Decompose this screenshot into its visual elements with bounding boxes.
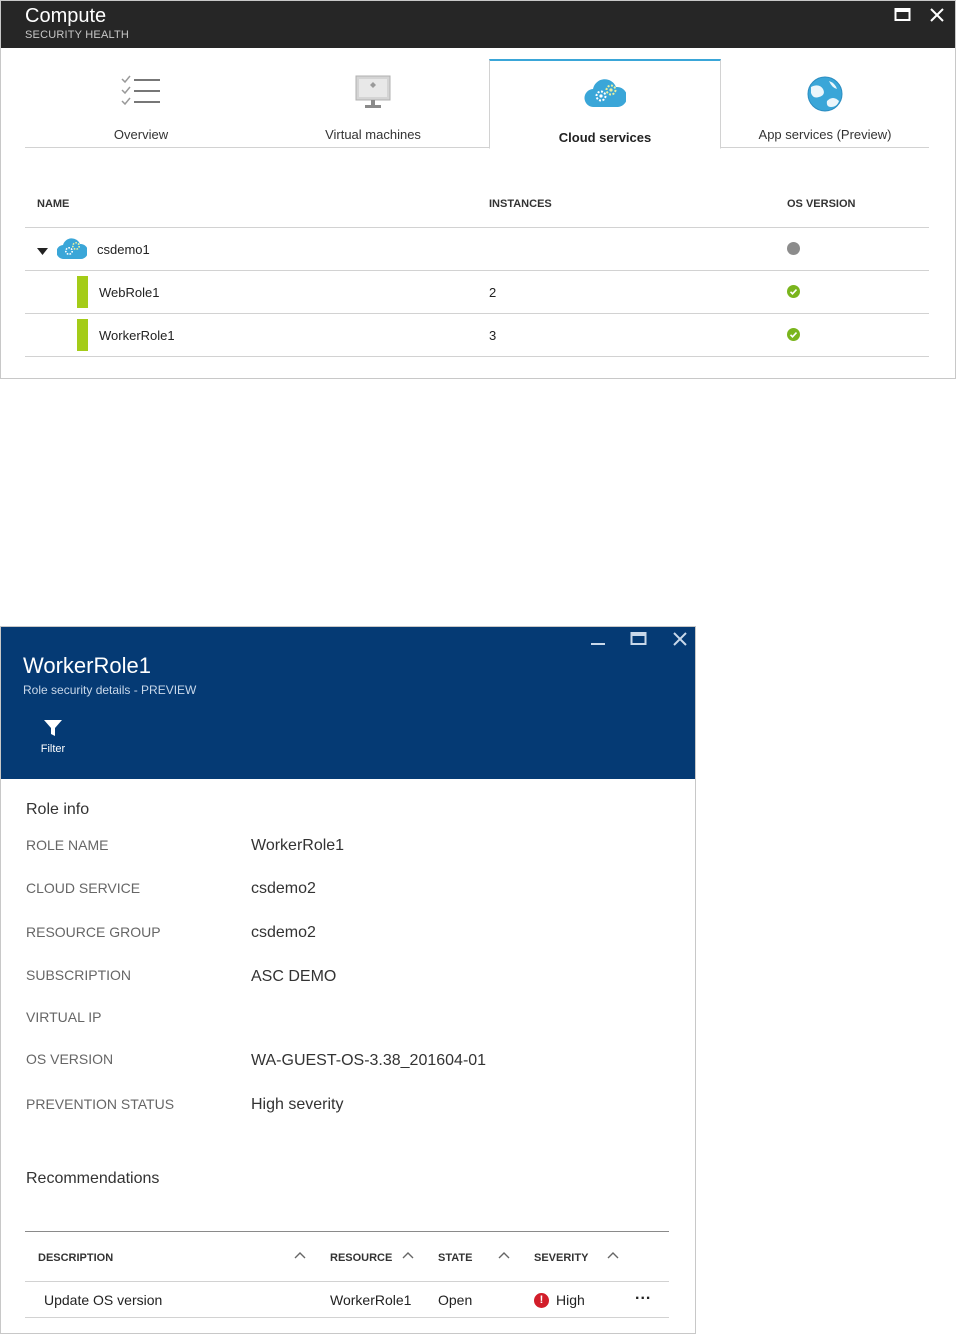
info-label-cloud-service: CLOUD SERVICE <box>26 880 141 896</box>
column-header-severity[interactable]: SEVERITY <box>534 1252 588 1264</box>
compute-blade: Compute SECURITY HEALTH Overview Virtual… <box>0 0 956 379</box>
info-label-os-version: OS VERSION <box>26 1051 114 1067</box>
recommendation-resource: WorkerRole1 <box>330 1292 412 1308</box>
column-header-name[interactable]: NAME <box>37 198 69 210</box>
healthy-check-icon <box>787 285 800 298</box>
table-row[interactable]: Update OS version WorkerRole1 Open ! Hig… <box>25 1282 669 1318</box>
column-header-state[interactable]: STATE <box>438 1252 472 1264</box>
recommendations-table: DESCRIPTION RESOURCE STATE SEVERITY Upda… <box>25 1231 669 1319</box>
column-header-os-version[interactable]: OS VERSION <box>787 198 855 210</box>
tab-app-services[interactable]: App services (Preview) <box>721 59 929 148</box>
app-services-globe-icon <box>805 75 845 118</box>
table-header: DESCRIPTION RESOURCE STATE SEVERITY <box>25 1232 669 1282</box>
role-indicator-bar <box>77 276 88 308</box>
tab-virtual-machines[interactable]: Virtual machines <box>257 59 489 148</box>
recommendation-state: Open <box>438 1292 473 1308</box>
info-value-os-version: WA-GUEST-OS-3.38_201604-01 <box>251 1052 487 1069</box>
recommendations-title: Recommendations <box>26 1170 160 1187</box>
sort-caret-icon[interactable] <box>606 1250 620 1260</box>
info-label-resource-group: RESOURCE GROUP <box>26 924 161 940</box>
info-value-resource-group: csdemo2 <box>251 924 316 941</box>
more-options-button[interactable]: ... <box>635 1286 651 1304</box>
collapse-caret-icon[interactable] <box>37 244 48 259</box>
cloud-gears-icon <box>584 77 628 116</box>
tab-overview[interactable]: Overview <box>25 59 257 148</box>
sort-caret-icon[interactable] <box>497 1250 511 1260</box>
minimize-icon[interactable] <box>589 631 611 649</box>
maximize-icon[interactable] <box>894 7 916 25</box>
role-name: WebRole1 <box>99 285 160 300</box>
sort-caret-icon[interactable] <box>401 1250 415 1260</box>
checklist-icon <box>120 75 162 114</box>
tab-label: Overview <box>113 127 169 142</box>
role-blade-header: WorkerRole1 Role security details - PREV… <box>1 627 695 779</box>
role-details-blade: WorkerRole1 Role security details - PREV… <box>0 626 696 1334</box>
sort-caret-icon[interactable] <box>293 1250 307 1260</box>
column-header-resource[interactable]: RESOURCE <box>330 1252 392 1264</box>
compute-header: Compute SECURITY HEALTH <box>1 1 955 48</box>
info-value-role-name: WorkerRole1 <box>251 837 345 854</box>
info-value-cloud-service: csdemo2 <box>251 880 316 897</box>
blade-subtitle: Role security details - PREVIEW <box>23 683 197 697</box>
virtual-machine-icon <box>355 75 391 116</box>
close-icon[interactable] <box>672 631 694 649</box>
role-instances: 3 <box>489 328 497 343</box>
tab-label: Cloud services <box>558 130 652 145</box>
role-name: WorkerRole1 <box>99 328 175 343</box>
tab-label: Virtual machines <box>325 127 421 142</box>
table-row[interactable]: WorkerRole1 3 <box>25 314 929 357</box>
info-label-role-name: ROLE NAME <box>26 837 109 853</box>
role-instances: 2 <box>489 285 497 300</box>
table-row[interactable]: WebRole1 2 <box>25 271 929 314</box>
filter-icon <box>43 719 63 742</box>
role-indicator-bar <box>77 319 88 351</box>
info-label-prevention-status: PREVENTION STATUS <box>26 1096 175 1112</box>
tab-cloud-services[interactable]: Cloud services <box>489 59 721 149</box>
healthy-check-icon <box>787 328 800 341</box>
compute-tabs: Overview Virtual machines Cloud services… <box>25 59 929 149</box>
info-value-prevention-status: High severity <box>251 1096 344 1113</box>
filter-button[interactable]: Filter <box>27 715 79 763</box>
blade-title: Compute <box>25 5 107 27</box>
close-icon[interactable] <box>929 7 951 25</box>
filter-label: Filter <box>40 743 66 755</box>
column-header-instances[interactable]: INSTANCES <box>489 198 552 210</box>
info-label-subscription: SUBSCRIPTION <box>26 967 132 983</box>
role-info-title: Role info <box>26 801 90 818</box>
tab-label: App services (Preview) <box>758 127 892 142</box>
blade-title: WorkerRole1 <box>23 653 151 678</box>
table-header: NAME INSTANCES OS VERSION <box>25 187 929 228</box>
recommendation-description: Update OS version <box>44 1292 163 1308</box>
blade-subtitle: SECURITY HEALTH <box>25 29 130 41</box>
info-value-subscription: ASC DEMO <box>251 968 337 985</box>
info-label-virtual-ip: VIRTUAL IP <box>26 1009 102 1025</box>
column-header-description[interactable]: DESCRIPTION <box>38 1252 113 1264</box>
service-name: csdemo1 <box>97 242 150 257</box>
table-row-service[interactable]: csdemo1 <box>25 228 929 271</box>
high-severity-icon: ! <box>534 1293 549 1308</box>
recommendation-severity: High <box>556 1292 585 1308</box>
cloud-service-icon <box>56 236 89 265</box>
os-status-unknown-icon <box>787 242 800 255</box>
maximize-icon[interactable] <box>630 631 652 649</box>
